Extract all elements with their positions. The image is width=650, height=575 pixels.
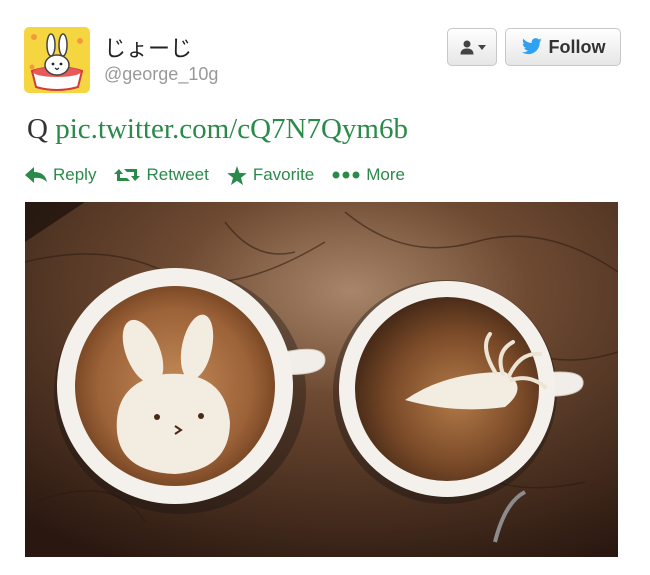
more-action[interactable]: More bbox=[332, 165, 405, 185]
person-icon bbox=[460, 40, 473, 55]
tweet-photo[interactable] bbox=[25, 202, 618, 557]
more-label: More bbox=[366, 165, 405, 184]
favorite-action[interactable]: Favorite bbox=[227, 165, 314, 185]
twitter-bird-icon bbox=[521, 38, 542, 55]
tweet-photo-link[interactable]: pic.twitter.com/cQ7N7Qym6b bbox=[55, 113, 408, 145]
retweet-icon bbox=[114, 169, 141, 181]
reply-action[interactable]: Reply bbox=[25, 165, 96, 185]
retweet-label: Retweet bbox=[146, 165, 209, 184]
display-name[interactable]: じょーじ bbox=[104, 31, 192, 63]
favorite-label: Favorite bbox=[252, 165, 315, 184]
reply-label: Reply bbox=[53, 165, 97, 184]
reply-arrow-icon bbox=[25, 167, 47, 183]
tweet-text: Q pic.twitter.com/cQ7N7Qym6b bbox=[27, 113, 408, 146]
more-dots-icon bbox=[332, 171, 360, 179]
star-icon bbox=[227, 165, 247, 185]
follow-label: Follow bbox=[548, 36, 606, 57]
user-actions-dropdown-button[interactable] bbox=[447, 28, 497, 66]
retweet-action[interactable]: Retweet bbox=[114, 165, 209, 185]
tweet-text-prefix: Q bbox=[27, 113, 48, 145]
screen-name[interactable]: @george_10g bbox=[104, 64, 218, 85]
bunny-cup-avatar-icon bbox=[24, 27, 90, 93]
avatar[interactable] bbox=[24, 27, 90, 93]
caret-down-icon bbox=[477, 45, 486, 50]
latte-art-photo bbox=[25, 202, 618, 557]
follow-button[interactable]: Follow bbox=[505, 28, 621, 66]
tweet-actions: Reply Retweet Favorite More bbox=[25, 163, 405, 187]
